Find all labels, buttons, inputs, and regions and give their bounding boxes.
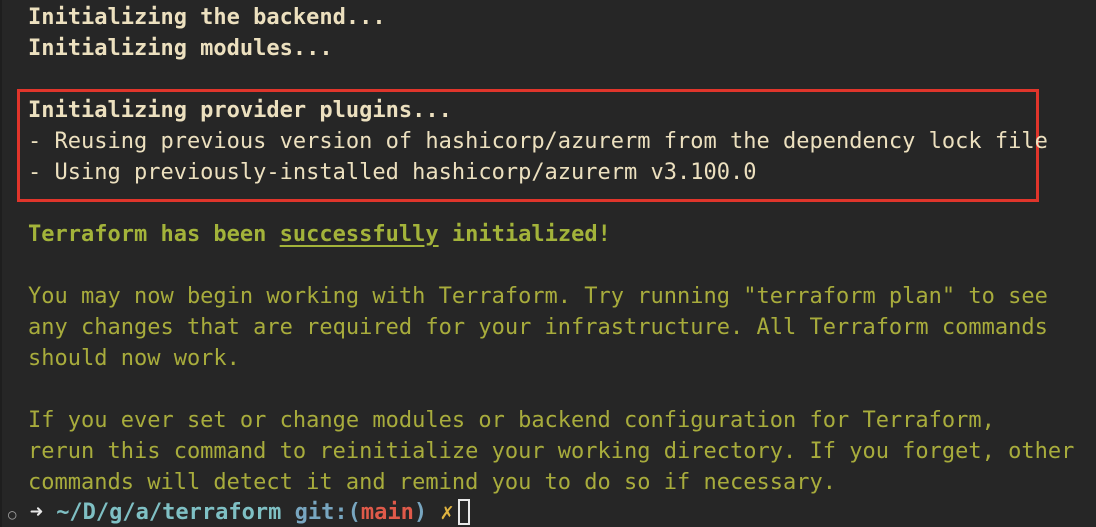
terminal-window[interactable]: Initializing the backend... Initializing… bbox=[0, 0, 1096, 527]
info-paragraph-2-line-3: commands will detect it and remind you t… bbox=[28, 470, 836, 495]
output-provider-header: Initializing provider plugins... bbox=[28, 98, 452, 123]
branch-paren-close: ) bbox=[413, 500, 428, 525]
output-modules-line: Initializing modules... bbox=[28, 36, 333, 61]
branch-paren-open: ( bbox=[347, 500, 361, 525]
success-word: successfully bbox=[279, 222, 439, 247]
text-cursor[interactable] bbox=[457, 499, 470, 525]
shell-prompt[interactable]: ○ ➜ ~/D/g/a/terraform git:(main) ✗ bbox=[8, 497, 470, 527]
prompt-indicator-icon: ○ bbox=[8, 507, 17, 523]
info-paragraph-1-line-2: any changes that are required for your i… bbox=[28, 315, 1048, 340]
git-label: git: bbox=[294, 500, 348, 525]
output-provider-reuse-line: - Reusing previous version of hashicorp/… bbox=[28, 129, 1048, 154]
dirty-mark-icon: ✗ bbox=[440, 500, 454, 525]
success-prefix: Terraform has been bbox=[28, 222, 280, 247]
prompt-path: ~/D/g/a/terraform bbox=[56, 500, 282, 525]
output-backend-line: Initializing the backend... bbox=[28, 5, 386, 30]
info-paragraph-2-line-2: rerun this command to reinitialize your … bbox=[28, 439, 1075, 464]
prompt-arrow-icon: ➜ bbox=[29, 500, 43, 525]
output-provider-installed-line: - Using previously-installed hashicorp/a… bbox=[28, 160, 757, 185]
window-edge bbox=[0, 0, 2, 527]
success-message: Terraform has been successfully initiali… bbox=[28, 219, 611, 250]
git-branch: main bbox=[360, 500, 414, 525]
info-paragraph-1-line-3: should now work. bbox=[28, 346, 240, 371]
info-paragraph-1-line-1: You may now begin working with Terraform… bbox=[28, 284, 1048, 309]
info-paragraph-2-line-1: If you ever set or change modules or bac… bbox=[28, 408, 995, 433]
success-suffix: initialized! bbox=[438, 222, 611, 247]
